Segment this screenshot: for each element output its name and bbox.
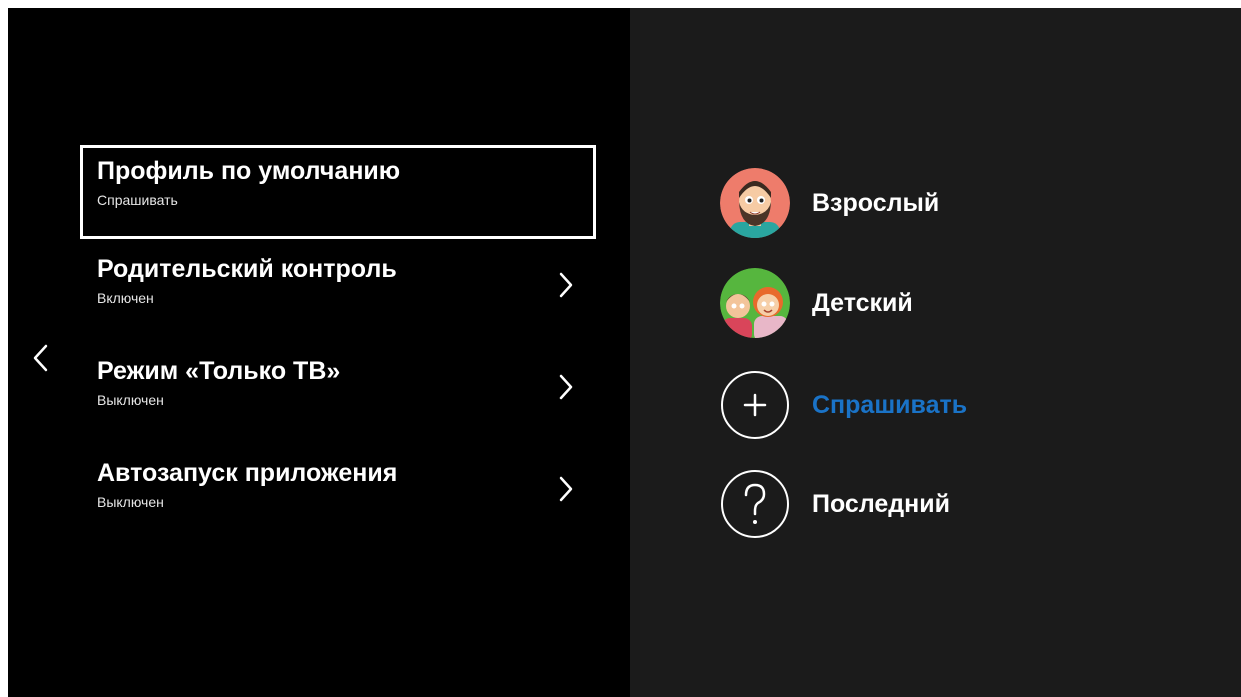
menu-item-title: Профиль по умолчанию <box>97 157 401 185</box>
profile-option-label: Последний <box>812 490 950 518</box>
profile-option-last[interactable]: Последний <box>720 469 1190 539</box>
menu-item-default-profile[interactable]: Профиль по умолчанию Спрашивать <box>80 145 596 239</box>
menu-item-value: Спрашивать <box>97 192 178 208</box>
chevron-right-icon <box>559 272 573 298</box>
question-circle-icon <box>721 470 789 538</box>
menu-item-parental-control[interactable]: Родительский контроль Включен <box>80 243 596 337</box>
menu-item-app-autostart[interactable]: Автозапуск приложения Выключен <box>80 447 596 541</box>
plus-circle-icon <box>721 371 789 439</box>
profile-option-label: Взрослый <box>812 189 940 217</box>
profile-option-adult[interactable]: Взрослый <box>720 168 1190 238</box>
profile-option-label: Детский <box>812 289 913 317</box>
menu-item-title: Автозапуск приложения <box>97 459 398 487</box>
chevron-right-icon <box>559 476 573 502</box>
menu-item-value: Включен <box>97 290 154 306</box>
profile-option-kids[interactable]: Детский <box>720 268 1190 338</box>
adult-avatar-icon <box>720 168 790 238</box>
profile-option-ask[interactable]: Спрашивать <box>720 370 1190 440</box>
menu-item-value: Выключен <box>97 392 164 408</box>
menu-item-value: Выключен <box>97 494 164 510</box>
kids-avatar-icon <box>720 268 790 338</box>
back-arrow-icon[interactable] <box>30 340 54 376</box>
profile-option-label: Спрашивать <box>812 391 968 419</box>
menu-item-tv-only-mode[interactable]: Режим «Только ТВ» Выключен <box>80 345 596 439</box>
options-panel <box>630 8 1241 697</box>
menu-item-title: Родительский контроль <box>97 255 397 283</box>
chevron-right-icon <box>559 374 573 400</box>
menu-item-title: Режим «Только ТВ» <box>97 357 341 385</box>
